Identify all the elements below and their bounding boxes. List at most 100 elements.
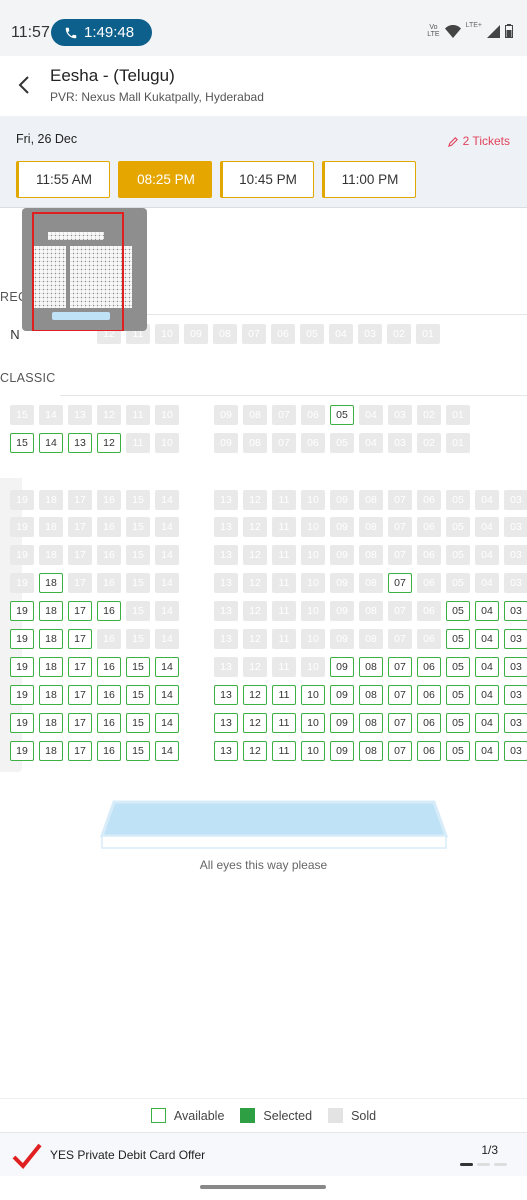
carousel-dot[interactable] [494, 1163, 507, 1166]
seat-K07: 07 [388, 490, 412, 510]
seat-A17[interactable]: 17 [68, 741, 92, 761]
seat-B11[interactable]: 11 [272, 713, 296, 733]
seat-D14[interactable]: 14 [155, 657, 179, 677]
seat-C04[interactable]: 04 [475, 685, 499, 705]
showtime-button[interactable]: 08:25 PM [118, 161, 212, 198]
seat-B08[interactable]: 08 [359, 713, 383, 733]
seat-E03[interactable]: 03 [504, 629, 527, 649]
seat-B17[interactable]: 17 [68, 713, 92, 733]
offer-banner[interactable]: YES Private Debit Card Offer 1/3 [0, 1132, 527, 1176]
seat-D04[interactable]: 04 [475, 657, 499, 677]
seat-A07[interactable]: 07 [388, 741, 412, 761]
seat-D17[interactable]: 17 [68, 657, 92, 677]
seat-C14[interactable]: 14 [155, 685, 179, 705]
seat-D19[interactable]: 19 [10, 657, 34, 677]
seat-A19[interactable]: 19 [10, 741, 34, 761]
seat-M05[interactable]: 05 [330, 405, 354, 425]
seat-B05[interactable]: 05 [446, 713, 470, 733]
seat-C03[interactable]: 03 [504, 685, 527, 705]
seat-C16[interactable]: 16 [97, 685, 121, 705]
seat-minimap[interactable] [22, 208, 147, 331]
seat-C06[interactable]: 06 [417, 685, 441, 705]
seat-H14: 14 [155, 545, 179, 565]
seat-C05[interactable]: 05 [446, 685, 470, 705]
seat-B04[interactable]: 04 [475, 713, 499, 733]
seat-F17[interactable]: 17 [68, 601, 92, 621]
seat-A15[interactable]: 15 [126, 741, 150, 761]
seat-C18[interactable]: 18 [39, 685, 63, 705]
seat-A06[interactable]: 06 [417, 741, 441, 761]
seat-B15[interactable]: 15 [126, 713, 150, 733]
seat-D03[interactable]: 03 [504, 657, 527, 677]
seat-C15[interactable]: 15 [126, 685, 150, 705]
seat-E17[interactable]: 17 [68, 629, 92, 649]
seat-E19[interactable]: 19 [10, 629, 34, 649]
seat-F03[interactable]: 03 [504, 601, 527, 621]
seat-B10[interactable]: 10 [301, 713, 325, 733]
seat-A11[interactable]: 11 [272, 741, 296, 761]
seat-A03[interactable]: 03 [504, 741, 527, 761]
seat-B18[interactable]: 18 [39, 713, 63, 733]
seat-E05[interactable]: 05 [446, 629, 470, 649]
carousel-dot[interactable] [477, 1163, 490, 1166]
gesture-nav-handle[interactable] [200, 1185, 326, 1189]
seat-D05[interactable]: 05 [446, 657, 470, 677]
seat-C19[interactable]: 19 [10, 685, 34, 705]
signal-icon [487, 24, 500, 38]
seat-L14[interactable]: 14 [39, 433, 63, 453]
seat-A05[interactable]: 05 [446, 741, 470, 761]
seat-F19[interactable]: 19 [10, 601, 34, 621]
seat-B09[interactable]: 09 [330, 713, 354, 733]
seat-C17[interactable]: 17 [68, 685, 92, 705]
seat-G07[interactable]: 07 [388, 573, 412, 593]
seat-B19[interactable]: 19 [10, 713, 34, 733]
ticket-count-button[interactable]: 2 Tickets [447, 134, 510, 148]
back-arrow-icon[interactable] [16, 74, 34, 96]
seat-A08[interactable]: 08 [359, 741, 383, 761]
seat-C09[interactable]: 09 [330, 685, 354, 705]
seat-A12[interactable]: 12 [243, 741, 267, 761]
seat-A16[interactable]: 16 [97, 741, 121, 761]
seat-D16[interactable]: 16 [97, 657, 121, 677]
seat-A10[interactable]: 10 [301, 741, 325, 761]
seat-D07[interactable]: 07 [388, 657, 412, 677]
seat-B03[interactable]: 03 [504, 713, 527, 733]
seat-C13[interactable]: 13 [214, 685, 238, 705]
seat-D18[interactable]: 18 [39, 657, 63, 677]
seat-G18[interactable]: 18 [39, 573, 63, 593]
showtime-button[interactable]: 11:55 AM [16, 161, 110, 198]
seat-B14[interactable]: 14 [155, 713, 179, 733]
seat-A13[interactable]: 13 [214, 741, 238, 761]
seat-B12[interactable]: 12 [243, 713, 267, 733]
seat-C12[interactable]: 12 [243, 685, 267, 705]
seat-C11[interactable]: 11 [272, 685, 296, 705]
ongoing-call-chip[interactable]: 1:49:48 [51, 19, 152, 46]
seat-B13[interactable]: 13 [214, 713, 238, 733]
seat-D06[interactable]: 06 [417, 657, 441, 677]
seat-A18[interactable]: 18 [39, 741, 63, 761]
seat-L12[interactable]: 12 [97, 433, 121, 453]
carousel-dot[interactable] [460, 1163, 473, 1166]
seat-D08[interactable]: 08 [359, 657, 383, 677]
seat-B06[interactable]: 06 [417, 713, 441, 733]
seat-A09[interactable]: 09 [330, 741, 354, 761]
seat-E04[interactable]: 04 [475, 629, 499, 649]
seat-L13[interactable]: 13 [68, 433, 92, 453]
seat-D15[interactable]: 15 [126, 657, 150, 677]
seat-E18[interactable]: 18 [39, 629, 63, 649]
seat-C10[interactable]: 10 [301, 685, 325, 705]
seat-B16[interactable]: 16 [97, 713, 121, 733]
seat-C08[interactable]: 08 [359, 685, 383, 705]
showtime-button[interactable]: 10:45 PM [220, 161, 314, 198]
seat-B07[interactable]: 07 [388, 713, 412, 733]
seat-F16[interactable]: 16 [97, 601, 121, 621]
seat-L15[interactable]: 15 [10, 433, 34, 453]
seat-D09[interactable]: 09 [330, 657, 354, 677]
showtime-button[interactable]: 11:00 PM [322, 161, 416, 198]
seat-F04[interactable]: 04 [475, 601, 499, 621]
seat-C07[interactable]: 07 [388, 685, 412, 705]
seat-A04[interactable]: 04 [475, 741, 499, 761]
seat-A14[interactable]: 14 [155, 741, 179, 761]
seat-F18[interactable]: 18 [39, 601, 63, 621]
seat-F05[interactable]: 05 [446, 601, 470, 621]
